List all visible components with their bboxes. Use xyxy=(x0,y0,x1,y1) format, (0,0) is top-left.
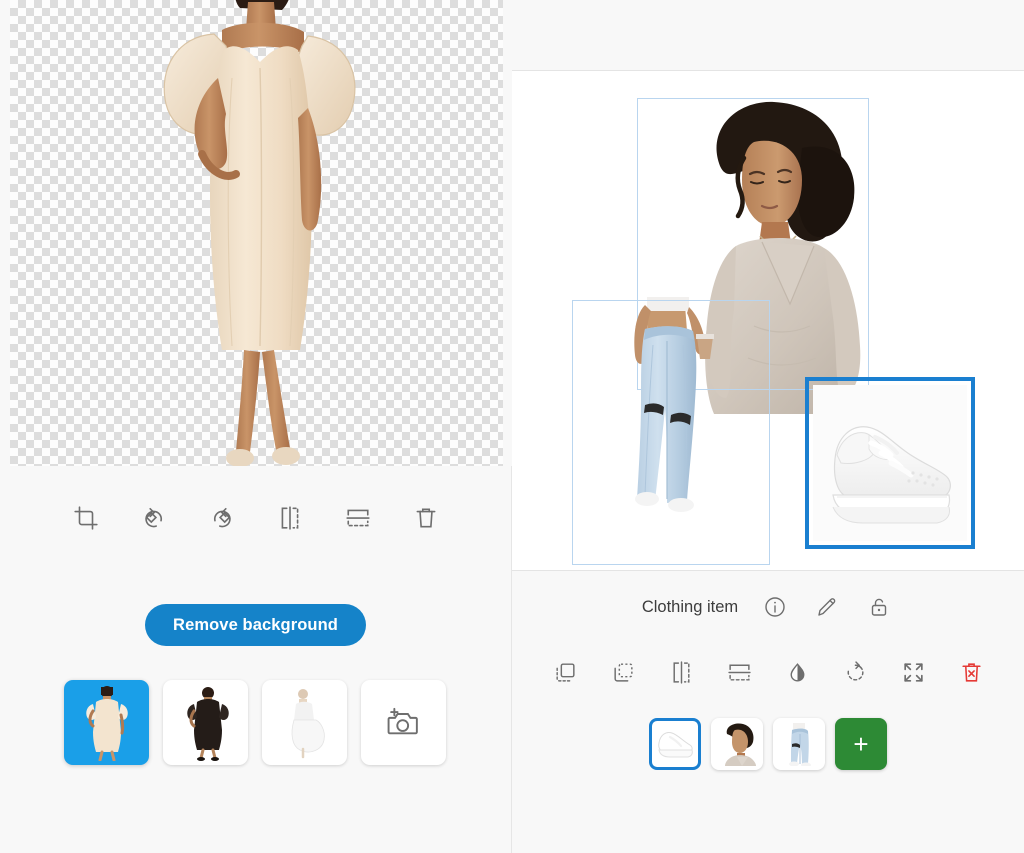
thumbnail-white-sneaker[interactable] xyxy=(649,718,701,770)
expand-fullscreen-icon[interactable] xyxy=(897,656,929,688)
remove-background-button[interactable]: Remove background xyxy=(145,604,366,646)
opacity-droplet-icon[interactable] xyxy=(781,656,813,688)
pencil-edit-icon[interactable] xyxy=(812,592,842,622)
cream-dress-thumb-art xyxy=(85,685,128,761)
thumbnail-jeans-model[interactable] xyxy=(773,718,825,770)
crop-icon[interactable] xyxy=(69,501,103,535)
bring-to-front-icon[interactable] xyxy=(549,656,581,688)
jeans-thumb-art xyxy=(789,723,811,766)
object-label-row: Clothing item xyxy=(512,571,1024,643)
jeans-model-art xyxy=(634,297,714,512)
rotate-left-icon[interactable] xyxy=(137,501,171,535)
right-panel-header xyxy=(512,0,1024,71)
unlock-icon[interactable] xyxy=(864,592,894,622)
add-item-button[interactable]: + xyxy=(835,718,887,770)
right-canvas[interactable] xyxy=(512,71,1024,570)
white-dress-thumb-art xyxy=(291,688,325,758)
flip-horizontal-icon[interactable] xyxy=(665,656,697,688)
object-controls-panel: Clothing item + xyxy=(512,571,1024,853)
add-photo-icon[interactable] xyxy=(361,680,446,765)
flip-horizontal-icon[interactable] xyxy=(273,501,307,535)
sweater-thumb-art xyxy=(725,723,756,766)
rotate-right-icon[interactable] xyxy=(205,501,239,535)
right-thumbnail-strip: + xyxy=(512,701,1024,787)
trash-icon[interactable] xyxy=(409,501,443,535)
app-root: Remove background Clothing item + xyxy=(0,0,1024,853)
white-sneaker-art xyxy=(813,385,967,541)
camera-plus-icon xyxy=(387,707,418,734)
info-icon[interactable] xyxy=(760,592,790,622)
thumbnail-sweater-model[interactable] xyxy=(711,718,763,770)
send-to-back-icon[interactable] xyxy=(607,656,639,688)
cream-dress-model-image[interactable] xyxy=(0,0,512,466)
left-thumbnail-strip xyxy=(0,680,511,790)
black-dress-thumb-art xyxy=(186,686,229,761)
right-editor-panel: Clothing item + xyxy=(512,0,1024,853)
left-editor-panel: Remove background xyxy=(0,0,512,853)
dress-figure-art xyxy=(163,0,356,466)
thumbnail-cream-dress[interactable] xyxy=(64,680,149,765)
object-tool-row xyxy=(512,643,1024,701)
left-canvas[interactable] xyxy=(0,0,512,466)
flip-vertical-icon[interactable] xyxy=(341,501,375,535)
sneaker-thumb-art xyxy=(658,732,693,758)
delete-red-icon[interactable] xyxy=(955,656,987,688)
rotate-icon[interactable] xyxy=(839,656,871,688)
thumbnail-black-dress[interactable] xyxy=(163,680,248,765)
layer-jeans-model[interactable] xyxy=(605,297,735,517)
layer-white-sneaker[interactable] xyxy=(813,385,967,546)
remove-background-row: Remove background xyxy=(0,570,511,680)
plus-icon: + xyxy=(853,729,869,759)
left-image-toolbar xyxy=(0,466,511,570)
thumbnail-white-dress[interactable] xyxy=(262,680,347,765)
object-type-label: Clothing item xyxy=(641,597,739,616)
flip-vertical-icon[interactable] xyxy=(723,656,755,688)
